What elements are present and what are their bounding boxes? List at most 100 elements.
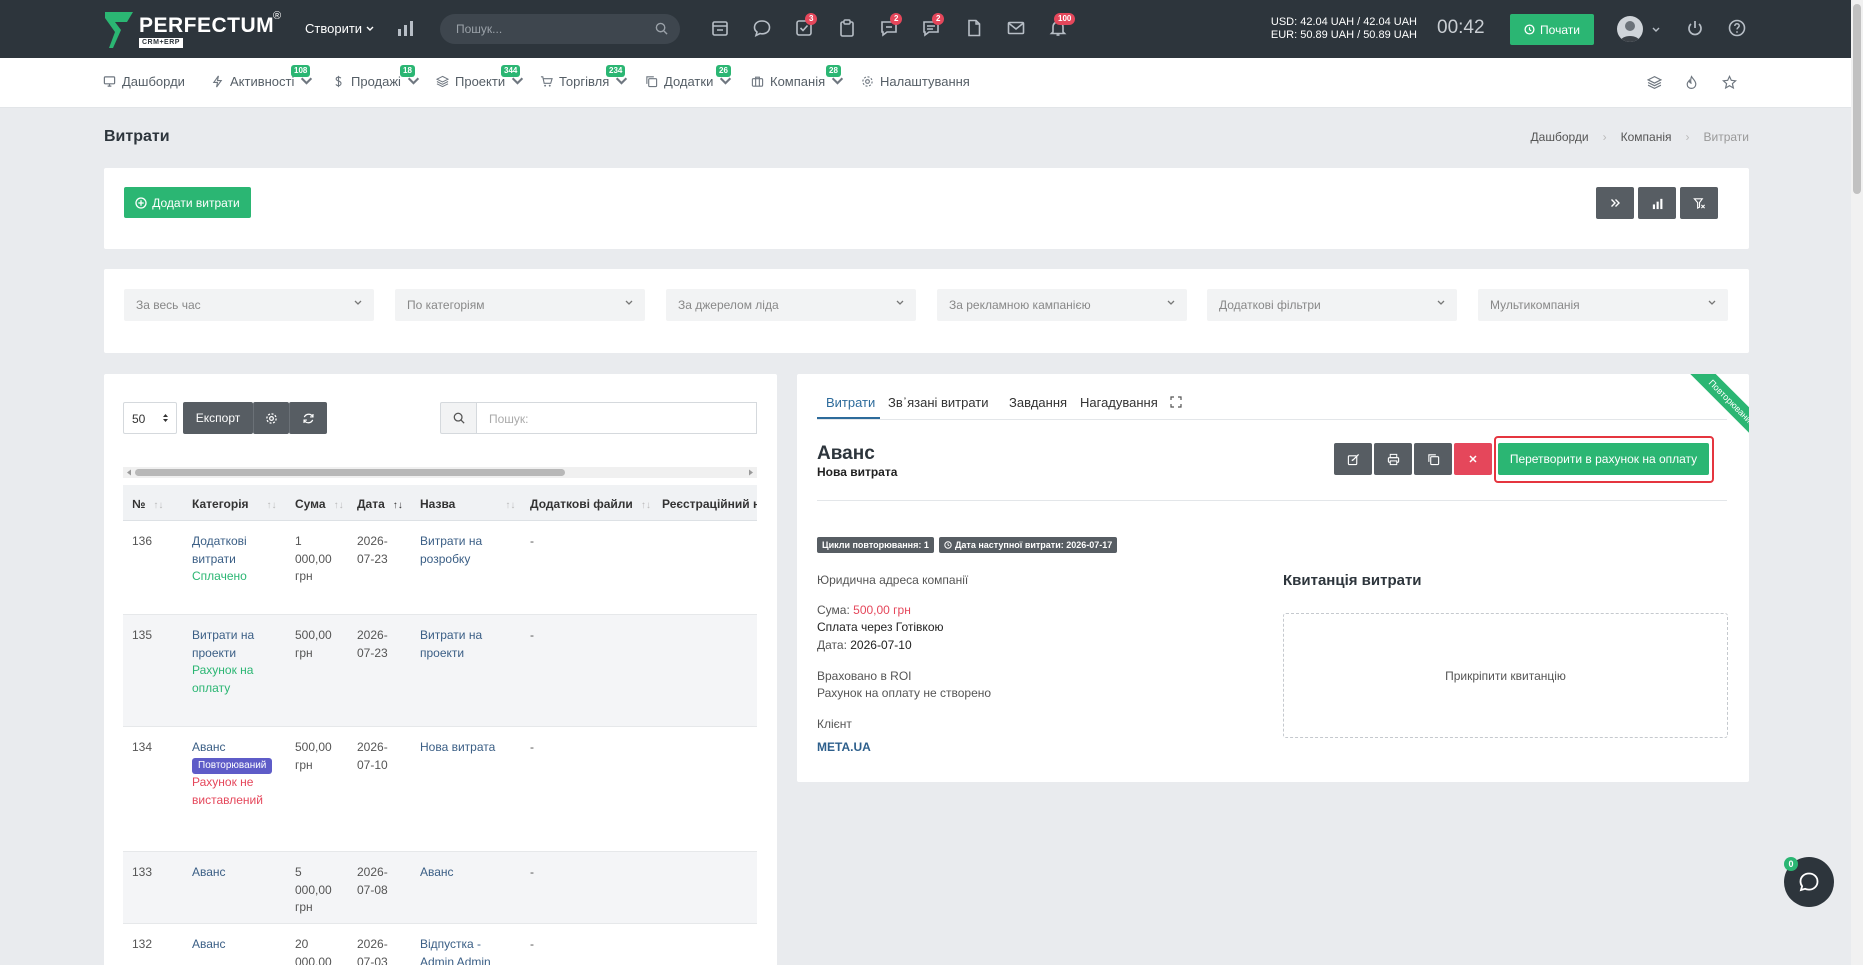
edit-button[interactable] xyxy=(1334,443,1372,475)
global-search-input[interactable]: Пошук... xyxy=(440,14,680,44)
receipt-dropzone[interactable]: Прикріпити квитанцію xyxy=(1283,613,1728,738)
table-settings-button[interactable] xyxy=(253,402,289,434)
monitor-icon xyxy=(103,76,116,87)
column-header-category[interactable]: Категорія ↑↓ xyxy=(192,497,277,511)
convert-to-invoice-button[interactable]: Перетворити в рахунок на оплату xyxy=(1498,443,1709,475)
row-category[interactable]: Витрати на проекти xyxy=(192,627,254,662)
filter-period-select[interactable]: За весь час xyxy=(124,289,374,321)
nav-settings[interactable]: Налаштування xyxy=(861,74,970,89)
user-avatar[interactable] xyxy=(1617,16,1643,42)
recurring-tag: Повторюваний xyxy=(192,757,273,774)
tab-tasks[interactable]: Завдання xyxy=(1009,395,1067,410)
row-name[interactable]: Відпустка - Admin Admin xyxy=(420,936,491,965)
create-menu[interactable]: Створити xyxy=(305,21,374,36)
scroll-right-icon[interactable] xyxy=(748,469,754,476)
logo-mark-icon xyxy=(105,12,133,48)
nav-sales[interactable]: Продажі 18 xyxy=(332,65,420,89)
filter-multicompany-select[interactable]: Мультикомпанія xyxy=(1478,289,1728,321)
start-timer-button[interactable]: Почати xyxy=(1510,14,1594,45)
notifications-icon[interactable]: 100 xyxy=(1048,13,1076,40)
table-row[interactable]: 136 Додаткові витрати Сплачено 1 000,00 грн… xyxy=(123,521,757,615)
nav-sales-badge: 18 xyxy=(400,65,415,77)
fullscreen-icon[interactable] xyxy=(1170,396,1182,408)
print-button[interactable] xyxy=(1374,443,1412,475)
clipboard-icon[interactable] xyxy=(837,18,859,40)
chat-icon[interactable] xyxy=(752,18,774,40)
document-icon[interactable] xyxy=(964,18,986,40)
add-expense-button[interactable]: Додати витрати xyxy=(124,187,251,218)
nav-company[interactable]: Компанія 28 xyxy=(751,65,844,89)
filter-lead-source-value: За джерелом ліда xyxy=(678,298,779,312)
filter-campaign-select[interactable]: За рекламною кампанією xyxy=(937,289,1187,321)
mail-icon[interactable] xyxy=(1006,18,1028,40)
chevron-down-icon xyxy=(896,300,904,305)
column-header-sum[interactable]: Сума ↑↓ xyxy=(295,497,344,511)
column-header-number[interactable]: № ↑↓ xyxy=(132,497,163,511)
help-icon[interactable] xyxy=(1727,18,1749,40)
row-category[interactable]: Аванс xyxy=(192,739,226,757)
row-name[interactable]: Нова витрата xyxy=(420,739,495,757)
refresh-button[interactable] xyxy=(289,402,327,434)
table-row[interactable]: 132 Аванс 20 000,00 2026- 07-03 Відпустка … xyxy=(123,924,757,965)
layers-icon[interactable] xyxy=(1647,75,1662,90)
receipt-attach-label: Прикріпити квитанцію xyxy=(1445,668,1566,683)
table-row[interactable]: 135 Витрати на проекти Рахунок на оплату 5… xyxy=(123,615,757,727)
copy-icon xyxy=(646,76,658,88)
filter-category-value: По категоріям xyxy=(407,298,485,312)
client-link[interactable]: META.UA xyxy=(817,740,871,754)
delete-button[interactable] xyxy=(1454,443,1492,475)
tab-expenses[interactable]: Витрати xyxy=(826,395,875,410)
column-header-registration[interactable]: Реєстраційний но xyxy=(662,497,757,511)
row-category[interactable]: Аванс xyxy=(192,936,226,954)
row-files: - xyxy=(530,628,534,642)
row-name[interactable]: Витрати на розробку xyxy=(420,533,482,568)
page-scrollbar[interactable] xyxy=(1851,0,1863,965)
tab-related-expenses[interactable]: Зв᾽язані витрати xyxy=(888,395,989,410)
page-size-select[interactable]: 50 xyxy=(123,402,177,434)
nav-projects[interactable]: Проекти 344 xyxy=(436,65,524,89)
clear-filters-button[interactable] xyxy=(1680,187,1718,219)
filter-lead-source-select[interactable]: За джерелом ліда xyxy=(666,289,916,321)
messages-icon[interactable]: 2 xyxy=(879,13,903,40)
fire-icon[interactable] xyxy=(1684,75,1699,90)
breadcrumb-company[interactable]: Компанія xyxy=(1621,130,1672,144)
nav-settings-label: Налаштування xyxy=(880,74,970,89)
scroll-left-icon[interactable] xyxy=(126,469,132,476)
filter-additional-select[interactable]: Додаткові фільтри xyxy=(1207,289,1457,321)
power-icon[interactable] xyxy=(1685,18,1707,40)
column-header-files[interactable]: Додаткові файли ↑↓ xyxy=(530,497,651,511)
nav-trade[interactable]: Торгівля 234 xyxy=(540,65,628,89)
nav-activities[interactable]: Активності 108 xyxy=(211,65,313,89)
table-row[interactable]: 134 Аванс Повторюваний Рахунок не виставл… xyxy=(123,727,757,852)
perfectum-logo[interactable]: PERFECTUM ® CRM+ERP xyxy=(103,10,281,50)
row-category[interactable]: Аванс xyxy=(192,864,226,882)
stats-icon[interactable] xyxy=(396,18,418,40)
row-name[interactable]: Аванс xyxy=(420,864,454,882)
expand-panel-button[interactable] xyxy=(1596,187,1634,219)
table-search-addon xyxy=(440,402,477,434)
calendar-icon[interactable] xyxy=(710,18,732,40)
column-header-date[interactable]: Дата ↑↓ xyxy=(357,497,403,511)
column-header-name[interactable]: Назва ↑↓ xyxy=(420,497,515,511)
export-button[interactable]: Експорт xyxy=(183,402,253,434)
star-icon[interactable] xyxy=(1722,75,1737,90)
row-category[interactable]: Додаткові витрати xyxy=(192,533,247,568)
nav-dashboards[interactable]: Дашборди xyxy=(103,74,185,89)
chat-widget-button[interactable]: 0 xyxy=(1784,857,1834,907)
tasks-icon[interactable]: 3 xyxy=(794,13,818,40)
filter-category-select[interactable]: По категоріям xyxy=(395,289,645,321)
brand-name: PERFECTUM xyxy=(139,14,275,37)
duplicate-button[interactable] xyxy=(1414,443,1452,475)
statistics-button[interactable] xyxy=(1638,187,1676,219)
table-horizontal-scrollbar[interactable] xyxy=(123,467,757,478)
user-menu-chevron-icon[interactable] xyxy=(1652,26,1660,34)
comments-icon[interactable]: 2 xyxy=(921,13,945,40)
page-scrollbar-thumb[interactable] xyxy=(1853,4,1861,194)
tab-reminders[interactable]: Нагадування xyxy=(1080,395,1158,410)
nav-addons[interactable]: Додатки 26 xyxy=(645,65,732,89)
row-name[interactable]: Витрати на проекти xyxy=(420,627,482,662)
breadcrumb-dashboards[interactable]: Дашборди xyxy=(1531,130,1589,144)
table-row[interactable]: 133 Аванс 5 000,00 грн 2026- 07-08 Аванс - xyxy=(123,852,757,924)
table-search-input[interactable]: Пошук: xyxy=(477,402,757,434)
scrollbar-thumb[interactable] xyxy=(135,469,565,476)
